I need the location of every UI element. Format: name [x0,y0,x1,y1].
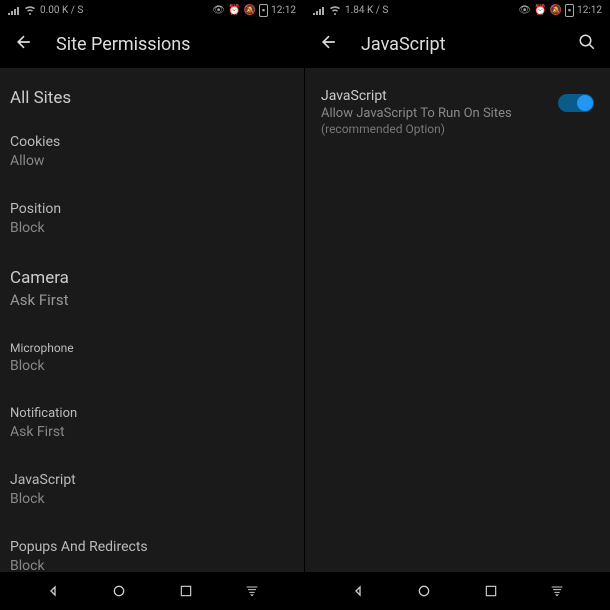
header-right: JavaScript [305,20,610,68]
signal-icon [313,5,325,15]
signal-icon [8,5,20,15]
nav-back-icon[interactable] [349,582,367,600]
setting-label: Cookies [10,134,294,150]
setting-notification[interactable]: Notification Ask First [10,396,294,450]
content-right: JavaScript Allow JavaScript To Run On Si… [305,68,610,610]
setting-microphone[interactable]: Microphone Block [10,331,294,384]
nav-bar [0,572,610,610]
js-recommended: (recommended Option) [321,122,558,136]
time-right: 12:12 [577,5,602,16]
eye-icon: 👁 [212,5,225,16]
setting-value: Allow [10,153,294,169]
setting-label: Notification [10,406,294,421]
nav-recent-icon[interactable] [177,582,195,600]
setting-javascript[interactable]: JavaScript Block [10,462,294,517]
js-title: JavaScript [321,88,558,104]
page-title-right: JavaScript [361,34,446,55]
setting-position[interactable]: Position Block [10,191,294,246]
setting-value: Ask First [10,291,294,309]
setting-value: Ask First [10,424,294,440]
js-subtitle: Allow JavaScript To Run On Sites [321,106,558,121]
dnd-icon: 🔕 [549,5,561,16]
alarm-icon: ⏰ [228,5,240,16]
nav-recent-icon[interactable] [482,582,500,600]
setting-label: Popups And Redirects [10,539,294,555]
header-left: Site Permissions [0,20,304,68]
eye-icon: 👁 [518,5,531,16]
javascript-toggle-row[interactable]: JavaScript Allow JavaScript To Run On Si… [315,80,600,144]
setting-label: Microphone [10,341,294,355]
page-title-left: Site Permissions [56,34,190,55]
search-icon[interactable] [578,33,596,56]
back-arrow-right[interactable] [319,32,339,57]
setting-label: Camera [10,268,294,288]
status-bar-right: 1.84 K / S 👁 ⏰ 🔕 ▪ 12:12 [305,0,610,20]
section-all-sites: All Sites [10,80,294,124]
nav-home-icon[interactable] [110,582,128,600]
battery-icon: ▪ [259,4,268,17]
nav-dropdown-icon[interactable] [243,582,261,600]
battery-icon: ▪ [565,4,574,17]
setting-value: Block [10,491,294,507]
setting-camera[interactable]: Camera Ask First [10,258,294,319]
setting-label: JavaScript [10,472,294,488]
nav-back-icon[interactable] [44,582,62,600]
setting-value: Block [10,220,294,236]
nav-home-icon[interactable] [415,582,433,600]
toggle-knob [577,95,593,111]
network-speed-left: 0.00 K / S [40,5,83,16]
setting-label: Position [10,201,294,217]
dnd-icon: 🔕 [243,5,255,16]
alarm-icon: ⏰ [534,5,546,16]
javascript-toggle[interactable] [558,94,594,112]
setting-cookies[interactable]: Cookies Allow [10,124,294,179]
status-bar-left: 0.00 K / S 👁 ⏰ 🔕 ▪ 12:12 [0,0,304,20]
network-speed-right: 1.84 K / S [345,5,388,16]
setting-value: Block [10,358,294,374]
content-left: All Sites Cookies Allow Position Block C… [0,68,304,610]
time-left: 12:12 [271,5,296,16]
wifi-icon [329,5,341,15]
wifi-icon [24,5,36,15]
nav-dropdown-icon[interactable] [548,582,566,600]
back-arrow-left[interactable] [14,32,34,57]
